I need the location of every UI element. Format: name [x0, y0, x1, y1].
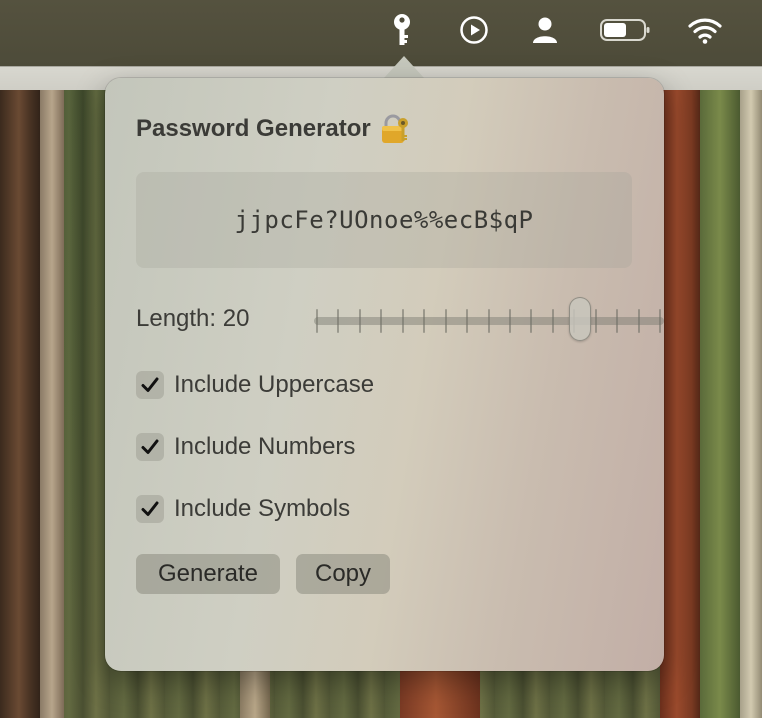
symbols-label: Include Symbols	[174, 495, 351, 522]
length-row: Length: 20	[136, 297, 664, 341]
slider-tick	[316, 309, 318, 333]
slider-tick	[466, 309, 469, 333]
numbers-checkbox[interactable]	[136, 433, 164, 461]
symbols-checkbox[interactable]	[136, 495, 164, 523]
tree-trunk	[0, 90, 42, 718]
key-icon[interactable]	[384, 12, 420, 48]
slider-tick	[594, 309, 597, 333]
slider-tick	[508, 309, 511, 333]
slider-tick	[423, 309, 426, 333]
slider-tick	[358, 309, 361, 333]
slider-tick	[551, 309, 554, 333]
slider-tick	[637, 309, 640, 333]
slider-tick	[616, 309, 619, 333]
play-icon[interactable]	[456, 12, 492, 48]
popover-title: Password Generator	[136, 113, 411, 145]
slider-tick	[444, 309, 447, 333]
popover-arrow	[384, 56, 424, 78]
slider-tick	[530, 309, 533, 333]
generate-button[interactable]: Generate	[136, 554, 280, 594]
battery-icon[interactable]	[598, 12, 652, 48]
slider-tick	[337, 309, 340, 333]
option-symbols[interactable]: Include Symbols	[136, 494, 350, 524]
menu-bar	[0, 0, 762, 66]
password-display[interactable]: jjpcFe?UOnoe%%ecB$qP	[136, 172, 632, 268]
tree-trunk	[660, 90, 702, 718]
slider-tick	[380, 309, 383, 333]
password-text[interactable]: jjpcFe?UOnoe%%ecB$qP	[235, 206, 534, 234]
length-slider-ticks	[316, 309, 661, 333]
wifi-icon[interactable]	[687, 12, 723, 48]
checkmark-icon	[141, 377, 159, 392]
uppercase-checkbox[interactable]	[136, 371, 164, 399]
slider-tick	[659, 309, 661, 333]
tree-trunk	[740, 90, 762, 718]
slider-tick	[487, 309, 490, 333]
password-generator-popover: Password Generator jjpcFe?UOnoe%%ecB$qP …	[105, 78, 664, 671]
slider-tick	[401, 309, 404, 333]
option-uppercase[interactable]: Include Uppercase	[136, 370, 374, 400]
user-icon[interactable]	[527, 12, 563, 48]
copy-button[interactable]: Copy	[296, 554, 390, 594]
length-slider-thumb[interactable]	[569, 297, 591, 341]
checkmark-icon	[141, 501, 159, 516]
tree-trunk	[700, 90, 740, 718]
option-numbers[interactable]: Include Numbers	[136, 432, 355, 462]
checkmark-icon	[141, 439, 159, 454]
numbers-label: Include Numbers	[174, 433, 356, 460]
title-text: Password Generator	[136, 115, 371, 142]
tree-trunk	[40, 90, 64, 718]
lock-with-key-icon	[379, 113, 411, 145]
length-label: Length: 20	[136, 305, 250, 332]
uppercase-label: Include Uppercase	[174, 371, 375, 398]
